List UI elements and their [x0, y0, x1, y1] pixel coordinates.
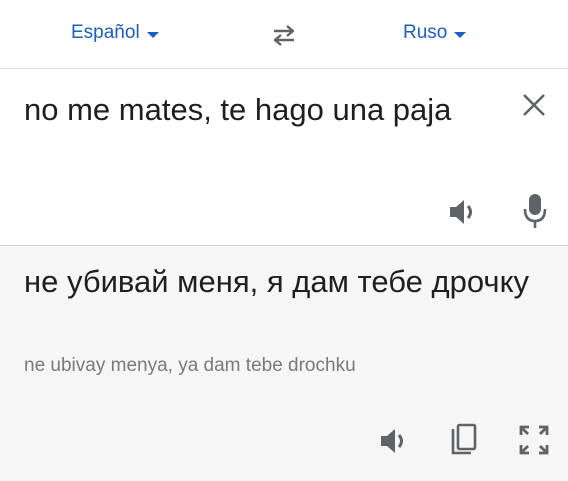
copy-translation-button[interactable] [450, 423, 478, 457]
translation-text: не убивай меня, я дам тебе дрочку [24, 264, 529, 299]
microphone-icon [523, 194, 547, 228]
source-language-selector[interactable]: Español [71, 20, 159, 46]
speaker-icon [381, 429, 403, 453]
source-language-label: Español [71, 22, 140, 43]
target-language-label: Ruso [403, 22, 448, 43]
listen-translation-button[interactable] [379, 426, 411, 456]
swap-arrows-icon [273, 25, 295, 46]
chevron-down-icon [454, 31, 467, 38]
source-text-input[interactable]: no me mates, te hago una paja [24, 87, 494, 133]
translation-result-panel: не убивай меня, я дам тебе дрочку ne ubi… [0, 246, 568, 481]
voice-input-button[interactable] [523, 193, 547, 229]
source-input-panel: no me mates, te hago una paja [0, 69, 568, 246]
transliteration-text: ne ubivay menya, ya dam tebe drochku [24, 355, 356, 376]
target-language-selector[interactable]: Ruso [403, 20, 467, 46]
clear-source-button[interactable] [520, 91, 548, 119]
fullscreen-button[interactable] [518, 424, 550, 456]
copy-icon [451, 423, 477, 455]
listen-source-button[interactable] [448, 197, 480, 227]
speaker-icon [450, 200, 472, 224]
swap-languages-button[interactable] [268, 22, 300, 48]
chevron-down-icon [146, 31, 159, 38]
fullscreen-icon [519, 425, 549, 455]
language-bar: Español Ruso [0, 0, 568, 69]
close-icon [523, 94, 545, 116]
